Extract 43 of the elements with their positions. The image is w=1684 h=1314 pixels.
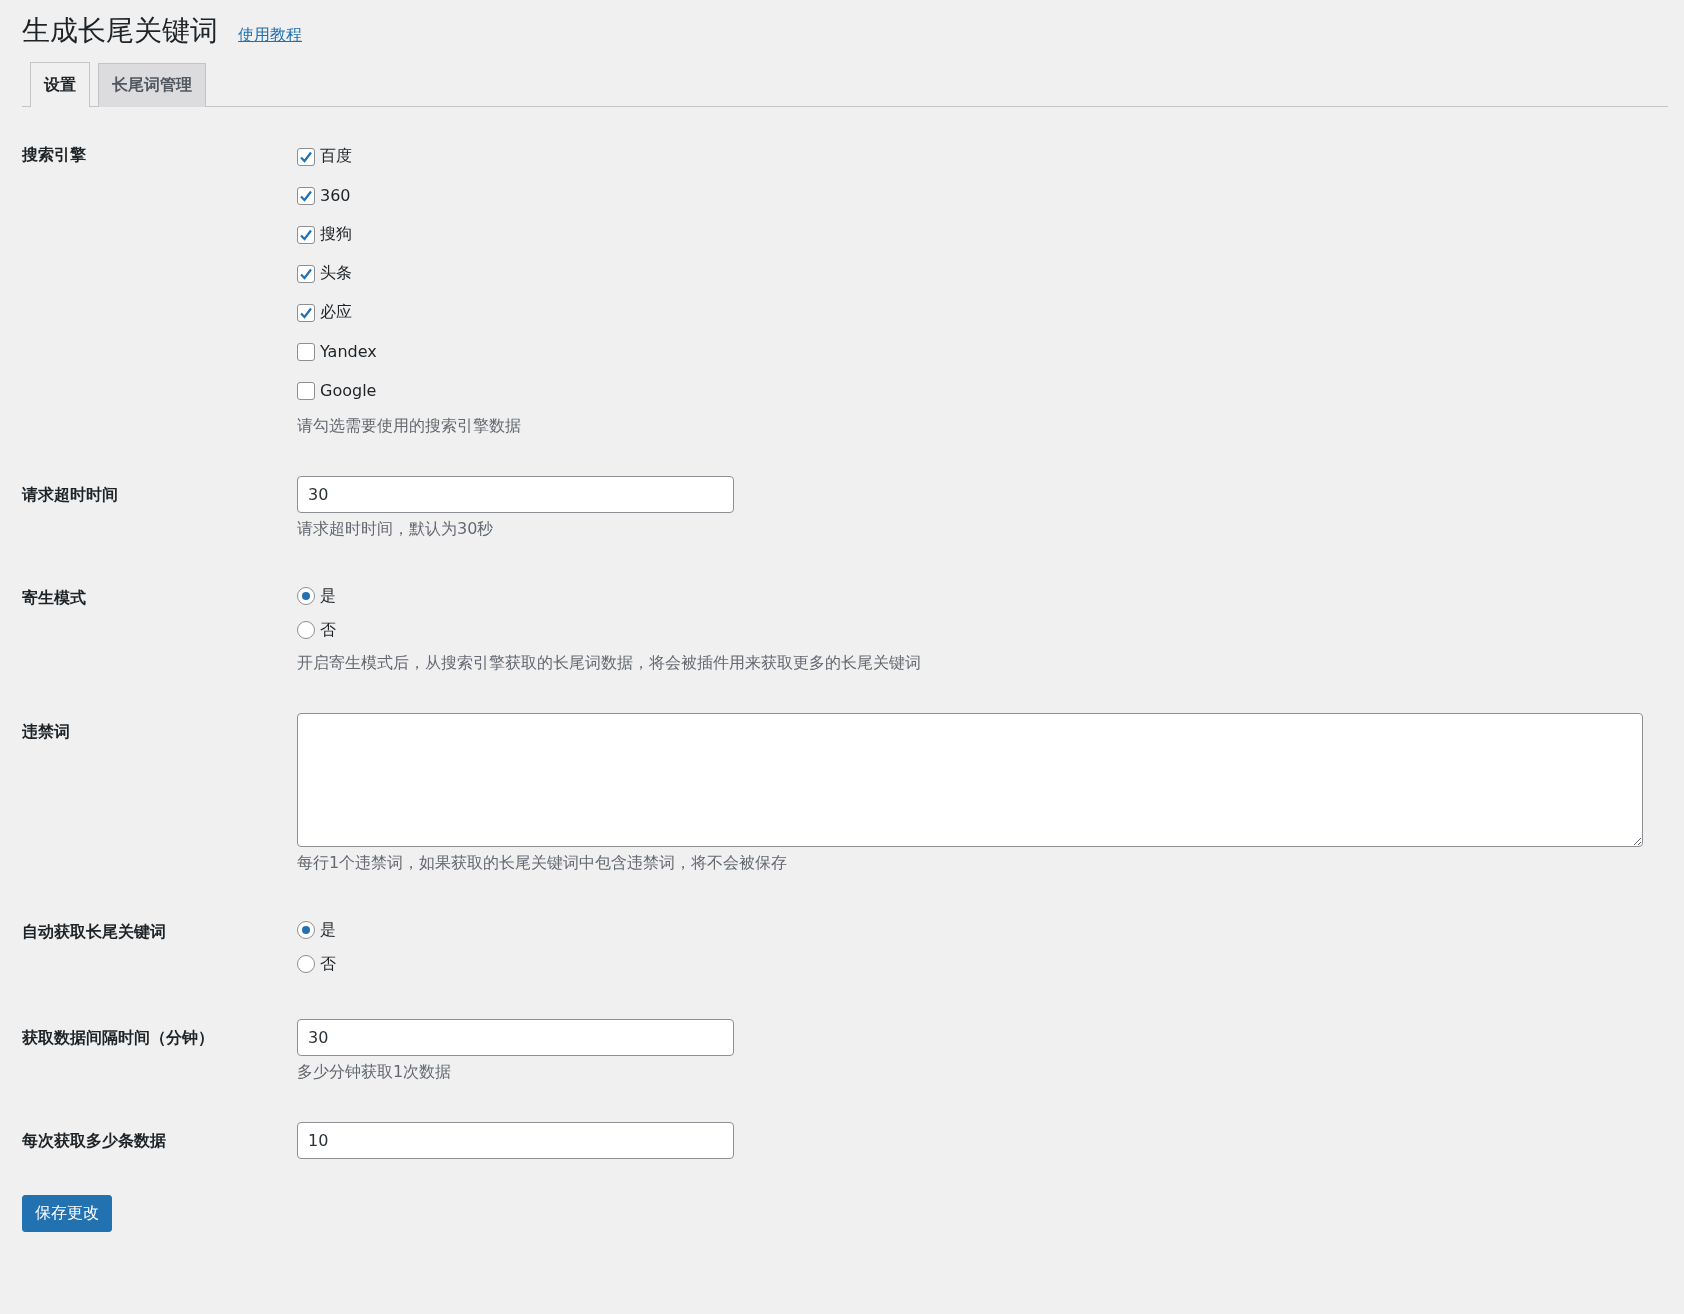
checkbox[interactable]: [297, 303, 315, 322]
field-description: 每行1个违禁词，如果获取的长尾关键词中包含违禁词，将不会被保存: [297, 852, 789, 874]
page-title: 生成长尾关键词: [22, 13, 218, 49]
field-label: 搜索引擎: [22, 144, 87, 166]
field-label: 寄生模式: [22, 587, 87, 609]
radio-button[interactable]: [297, 621, 315, 639]
input-field[interactable]: 30: [297, 476, 734, 513]
tab[interactable]: 设置: [30, 62, 90, 107]
field-description: 请求超时时间，默认为30秒: [297, 518, 495, 540]
input-field[interactable]: 10: [297, 1122, 734, 1159]
tab[interactable]: 长尾词管理: [98, 63, 206, 107]
checkbox[interactable]: [297, 381, 315, 400]
checkbox-label: Yandex: [320, 342, 377, 361]
radio-label: 是: [320, 919, 336, 941]
field-label: 请求超时时间: [22, 484, 119, 506]
radio-button[interactable]: [297, 955, 315, 973]
checkbox-label: Google: [320, 381, 377, 400]
field-description: 开启寄生模式后，从搜索引擎获取的长尾词数据，将会被插件用来获取更多的长尾关键词: [297, 652, 922, 674]
input-field[interactable]: 30: [297, 1019, 734, 1056]
checkbox-label: 百度: [320, 146, 352, 167]
radio-label: 否: [320, 619, 336, 641]
radio-label: 否: [320, 953, 336, 975]
checkbox[interactable]: [297, 225, 315, 244]
help-link[interactable]: 使用教程: [238, 25, 302, 46]
checkbox-label: 头条: [320, 263, 352, 284]
field-label: 每次获取多少条数据: [22, 1130, 167, 1152]
field-label: 违禁词: [22, 721, 71, 743]
field-label: 获取数据间隔时间（分钟）: [22, 1027, 215, 1049]
checkbox-label: 必应: [320, 302, 352, 323]
field-description: 请勾选需要使用的搜索引擎数据: [297, 415, 522, 437]
checkbox-label: 360: [320, 186, 351, 205]
field-label: 自动获取长尾关键词: [22, 921, 167, 943]
textarea-field[interactable]: [297, 713, 1643, 847]
field-description: 多少分钟获取1次数据: [297, 1061, 453, 1083]
radio-button[interactable]: [297, 587, 315, 605]
radio-label: 是: [320, 585, 336, 607]
checkbox[interactable]: [297, 147, 315, 166]
checkbox[interactable]: [297, 342, 315, 361]
save-button[interactable]: 保存更改: [22, 1195, 112, 1232]
checkbox-label: 搜狗: [320, 224, 352, 245]
radio-button[interactable]: [297, 921, 315, 939]
checkbox[interactable]: [297, 264, 315, 283]
checkbox[interactable]: [297, 186, 315, 205]
